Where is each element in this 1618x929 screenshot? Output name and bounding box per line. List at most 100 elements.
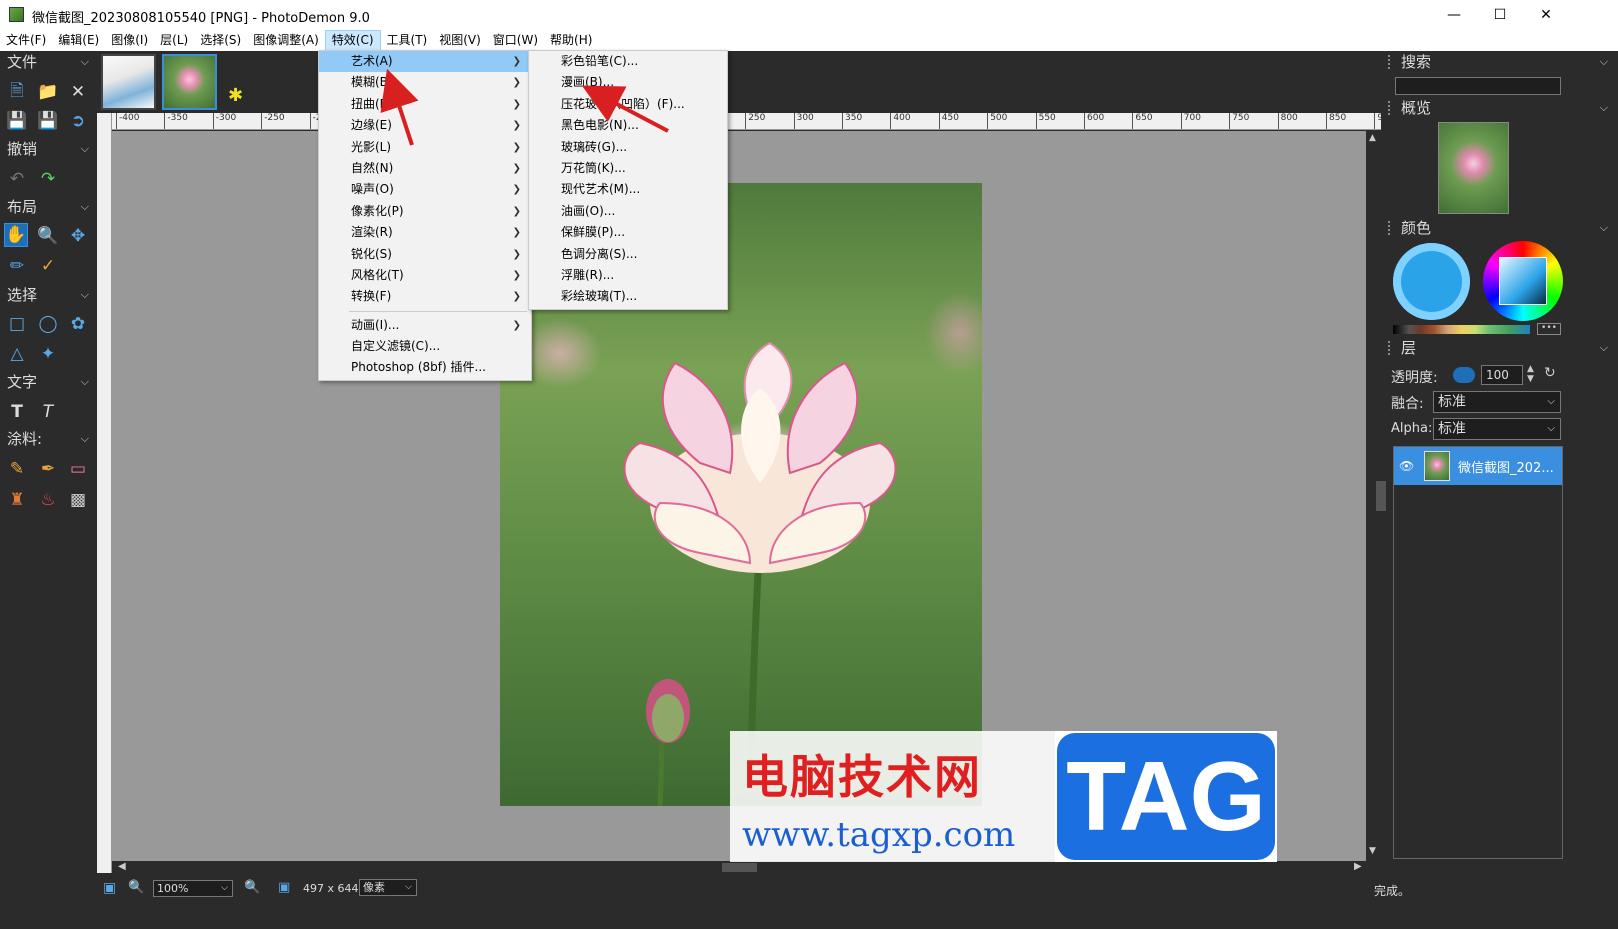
- open-folder-icon[interactable]: 📁: [36, 80, 60, 104]
- opacity-input[interactable]: 100: [1481, 365, 1523, 385]
- submenu-item-posterize[interactable]: 色调分离(S)...: [529, 244, 727, 265]
- scroll-right-icon[interactable]: ▶: [1354, 861, 1362, 872]
- color-wheel-square[interactable]: [1499, 257, 1547, 305]
- hand-pan-icon[interactable]: ✋: [4, 223, 28, 247]
- zoom-select[interactable]: 100% ⌵: [153, 880, 233, 897]
- submenu-item-oil-painting[interactable]: 油画(O)...: [529, 201, 727, 222]
- move-icon[interactable]: ✥: [66, 224, 90, 248]
- submenu-item-plastic-wrap[interactable]: 保鲜膜(P)...: [529, 222, 727, 243]
- menu-file[interactable]: 文件(F): [0, 30, 52, 51]
- color-panel-header[interactable]: 颜色 ⌵: [1381, 217, 1618, 239]
- menu-image[interactable]: 图像(I): [105, 30, 154, 51]
- layers-panel-header[interactable]: 层 ⌵: [1381, 337, 1618, 359]
- submenu-item-colored-pencil[interactable]: 彩色铅笔(C)...: [529, 51, 727, 72]
- menu-item-transform[interactable]: 转换(F) ❯: [319, 286, 531, 307]
- polygon-select-icon[interactable]: △: [5, 342, 29, 366]
- menu-help[interactable]: 帮助(H): [544, 30, 598, 51]
- lasso-select-icon[interactable]: ✿: [66, 312, 90, 336]
- redo-icon[interactable]: ↷: [36, 167, 60, 191]
- save-icon[interactable]: 💾: [5, 109, 29, 133]
- minimize-button[interactable]: —: [1431, 0, 1477, 30]
- reset-opacity-icon[interactable]: ↻: [1544, 365, 1556, 381]
- submenu-item-stained-glass[interactable]: 彩绘玻璃(T)...: [529, 286, 727, 307]
- menu-item-distort[interactable]: 扭曲(D) ❯: [319, 94, 531, 115]
- primary-color-swatch[interactable]: [1393, 243, 1470, 320]
- menu-item-custom-filter[interactable]: 自定义滤镜(C)...: [319, 336, 531, 357]
- opacity-spinner-icon[interactable]: ▲ ▼: [1527, 364, 1534, 384]
- gradient-icon[interactable]: ▩: [66, 488, 90, 512]
- blend-mode-select[interactable]: 标准 ⌵: [1433, 391, 1561, 413]
- fill-bucket-icon[interactable]: ♨: [36, 488, 60, 512]
- menu-item-noise[interactable]: 噪声(O) ❯: [319, 179, 531, 200]
- fit-to-window-icon[interactable]: ▣: [103, 880, 116, 896]
- horizontal-scrollbar[interactable]: ◀ ▶: [112, 861, 1366, 874]
- menu-item-art[interactable]: 艺术(A) ❯: [319, 51, 531, 73]
- overview-thumbnail[interactable]: [1438, 122, 1509, 214]
- zoom-out-icon[interactable]: 🔍: [128, 880, 144, 895]
- scroll-down-icon[interactable]: ▼: [1369, 846, 1376, 856]
- menu-item-sharpen[interactable]: 锐化(S) ❯: [319, 244, 531, 265]
- scroll-left-icon[interactable]: ◀: [118, 861, 126, 872]
- overview-panel-header[interactable]: 概览 ⌵: [1381, 97, 1618, 119]
- export-icon[interactable]: ➲: [66, 109, 90, 133]
- menu-item-animation[interactable]: 动画(I)... ❯: [319, 315, 531, 336]
- brush-icon[interactable]: ✒: [36, 457, 60, 481]
- typography-tool-icon[interactable]: T: [36, 400, 60, 424]
- layer-row[interactable]: 👁 微信截图_202...: [1394, 447, 1562, 485]
- menu-tools[interactable]: 工具(T): [381, 30, 434, 51]
- toolbox-file-header[interactable]: 文件 ⌵: [0, 51, 97, 73]
- eyedropper-icon[interactable]: ✏: [5, 254, 29, 278]
- save-as-icon[interactable]: 💾: [36, 109, 60, 133]
- toolbox-text-header[interactable]: 文字 ⌵: [0, 371, 97, 393]
- close-button[interactable]: ✕: [1523, 0, 1569, 30]
- submenu-item-modern-art[interactable]: 现代艺术(M)...: [529, 179, 727, 200]
- search-panel-header[interactable]: 搜索 ⌵: [1381, 51, 1618, 73]
- more-colors-icon[interactable]: •••: [1537, 323, 1561, 335]
- submenu-item-comic[interactable]: 漫画(B)...: [529, 72, 727, 93]
- close-image-icon[interactable]: ✕: [66, 80, 90, 104]
- menu-window[interactable]: 窗口(W): [487, 30, 544, 51]
- menu-item-nature[interactable]: 自然(N) ❯: [319, 158, 531, 179]
- submenu-item-figured-glass[interactable]: 压花玻璃（凹陷）(F)...: [529, 94, 727, 115]
- menu-effects[interactable]: 特效(C): [324, 30, 381, 51]
- zoom-in-icon[interactable]: 🔍: [244, 880, 260, 895]
- eye-visibility-icon[interactable]: 👁: [1399, 459, 1414, 473]
- menu-item-render[interactable]: 渲染(R) ❯: [319, 222, 531, 243]
- toolbox-select-header[interactable]: 选择 ⌵: [0, 284, 97, 306]
- search-input[interactable]: [1395, 77, 1561, 95]
- menu-item-light[interactable]: 光影(L) ❯: [319, 137, 531, 158]
- image-tab-thumbnail-active[interactable]: [162, 54, 217, 110]
- menu-layer[interactable]: 层(L): [154, 30, 194, 51]
- zoom-icon[interactable]: 🔍: [36, 224, 60, 248]
- pencil-icon[interactable]: ✎: [5, 457, 29, 481]
- panel-scroll-thumb[interactable]: [1376, 481, 1386, 511]
- eraser-icon[interactable]: ▭: [66, 457, 90, 481]
- image-tab-thumbnail[interactable]: [101, 54, 156, 110]
- scroll-up-icon[interactable]: ▲: [1369, 133, 1376, 143]
- submenu-item-relief[interactable]: 浮雕(R)...: [529, 265, 727, 286]
- menu-view[interactable]: 视图(V): [433, 30, 487, 51]
- menu-item-stylize[interactable]: 风格化(T) ❯: [319, 265, 531, 286]
- crop-icon[interactable]: ✓: [36, 254, 60, 278]
- menu-select[interactable]: 选择(S): [194, 30, 247, 51]
- submenu-item-kaleidoscope[interactable]: 万花筒(K)...: [529, 158, 727, 179]
- clone-stamp-icon[interactable]: ♜: [5, 488, 29, 512]
- ellipse-select-icon[interactable]: ◯: [36, 312, 60, 336]
- menu-edit[interactable]: 编辑(E): [52, 30, 105, 51]
- toolbox-undo-header[interactable]: 撤销 ⌵: [0, 138, 97, 160]
- text-tool-icon[interactable]: T: [5, 400, 29, 424]
- opacity-toggle-icon[interactable]: [1453, 367, 1475, 383]
- toolbox-paint-header[interactable]: 涂料: ⌵: [0, 428, 97, 450]
- unit-select[interactable]: 像素 ⌵: [359, 879, 417, 896]
- toolbox-layout-header[interactable]: 布局 ⌵: [0, 196, 97, 218]
- menu-item-pixelate[interactable]: 像素化(P) ❯: [319, 201, 531, 222]
- undo-icon[interactable]: ↶: [5, 167, 29, 191]
- scroll-thumb[interactable]: [722, 863, 757, 872]
- new-file-icon[interactable]: 🗎: [5, 80, 29, 104]
- color-wheel[interactable]: [1483, 241, 1563, 321]
- alpha-mode-select[interactable]: 标准 ⌵: [1433, 418, 1561, 440]
- submenu-item-film-noir[interactable]: 黑色电影(N)...: [529, 115, 727, 136]
- submenu-item-glass-tiles[interactable]: 玻璃砖(G)...: [529, 137, 727, 158]
- menu-item-blur[interactable]: 模糊(B) ❯: [319, 72, 531, 93]
- menu-item-edges[interactable]: 边缘(E) ❯: [319, 115, 531, 136]
